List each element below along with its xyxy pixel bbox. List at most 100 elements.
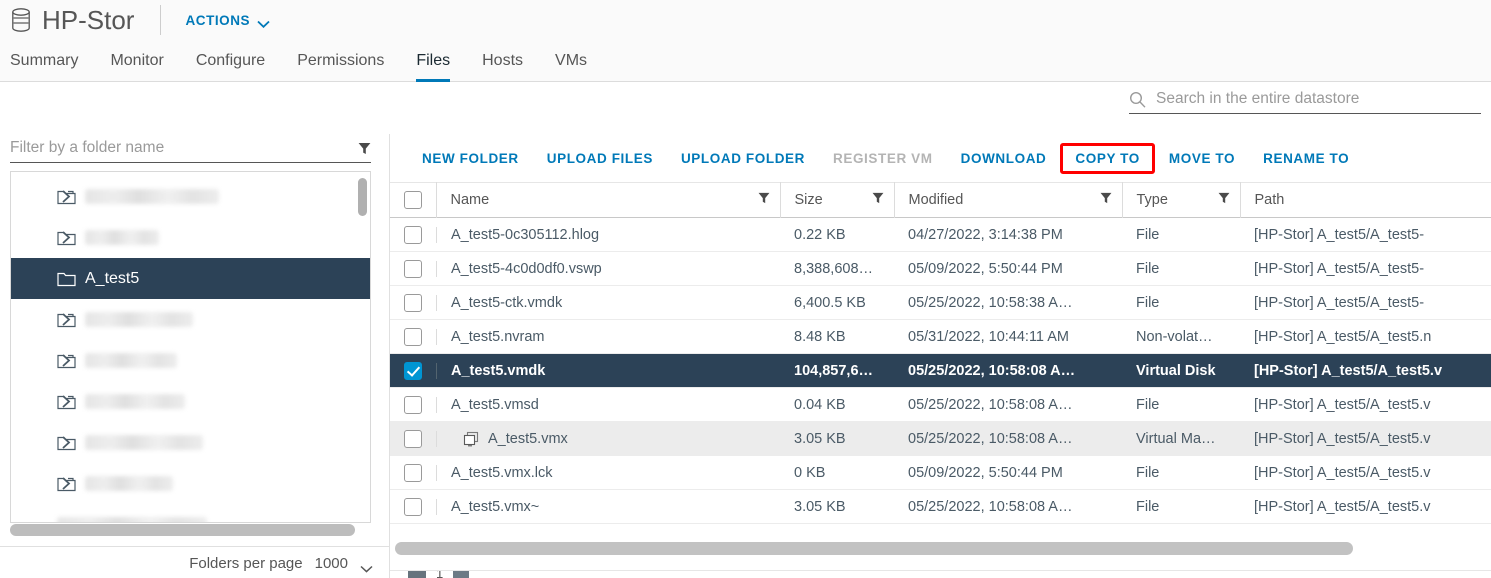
- new-folder-button[interactable]: NEW FOLDER: [408, 144, 533, 173]
- filter-funnel-icon[interactable]: [758, 192, 770, 208]
- tab-summary[interactable]: Summary: [10, 40, 94, 81]
- move-to-button[interactable]: MOVE TO: [1155, 144, 1249, 173]
- row-checkbox[interactable]: [404, 497, 422, 516]
- tab-files[interactable]: Files: [400, 40, 466, 82]
- actions-label: ACTIONS: [185, 12, 251, 28]
- row-checkbox[interactable]: [404, 361, 422, 380]
- folder-tree-item[interactable]: [11, 176, 370, 217]
- row-size-cell: 8,388,608…: [780, 252, 894, 286]
- row-select-cell[interactable]: [390, 252, 436, 286]
- row-checkbox[interactable]: [404, 395, 422, 414]
- table-row[interactable]: A_test5.vmx.lck 0 KB 05/09/2022, 5:50:44…: [390, 456, 1491, 490]
- row-select-cell[interactable]: [390, 354, 436, 388]
- chevron-right-icon[interactable]: [61, 230, 72, 245]
- upload-folder-button[interactable]: UPLOAD FOLDER: [667, 144, 819, 173]
- column-header-name[interactable]: Name: [435, 182, 780, 218]
- folder-tree-item[interactable]: [11, 340, 370, 381]
- search-input[interactable]: Search in the entire datastore: [1129, 90, 1481, 114]
- files-body: Filter by a folder name A_test5 Folders …: [0, 134, 1491, 578]
- folder-tree-item-a-test5[interactable]: A_test5: [11, 258, 370, 299]
- row-select-cell[interactable]: [390, 286, 436, 320]
- table-row[interactable]: A_test5-0c305112.hlog 0.22 KB 04/27/2022…: [390, 218, 1491, 252]
- table-row[interactable]: A_test5-ctk.vmdk 6,400.5 KB 05/25/2022, …: [390, 286, 1491, 320]
- folder-tree-item-label: A_test5: [85, 269, 140, 287]
- folder-tree-item[interactable]: [11, 299, 370, 340]
- filter-funnel-icon[interactable]: [358, 142, 371, 155]
- file-size: 8.48 KB: [794, 328, 846, 345]
- folder-tree[interactable]: A_test5: [10, 171, 371, 523]
- row-checkbox[interactable]: [404, 429, 422, 448]
- tab-permissions[interactable]: Permissions: [281, 40, 400, 81]
- column-header-modified[interactable]: Modified: [893, 182, 1122, 218]
- row-size-cell: 0 KB: [780, 456, 894, 490]
- tab-label: Files: [416, 51, 451, 69]
- row-type-cell: File: [1122, 388, 1240, 422]
- row-path-cell: [HP-Stor] A_test5/A_test5.v: [1240, 456, 1491, 490]
- filter-funnel-icon[interactable]: [1100, 192, 1112, 208]
- select-all-checkbox[interactable]: [404, 191, 422, 209]
- table-row[interactable]: A_test5.vmx~ 3.05 KB 05/25/2022, 10:58:0…: [390, 490, 1491, 524]
- row-select-cell[interactable]: [390, 422, 436, 456]
- chevron-right-icon[interactable]: [61, 435, 72, 450]
- column-header-type[interactable]: Type: [1121, 182, 1240, 218]
- download-button[interactable]: DOWNLOAD: [947, 144, 1061, 173]
- folder-tree-horizontal-scrollbar[interactable]: [10, 524, 371, 536]
- scrollbar-thumb[interactable]: [395, 542, 1353, 555]
- chevron-right-icon[interactable]: [61, 312, 72, 327]
- column-header-path[interactable]: Path: [1239, 182, 1491, 218]
- row-checkbox[interactable]: [404, 293, 422, 312]
- filter-funnel-icon[interactable]: [1218, 192, 1230, 208]
- table-row[interactable]: A_test5.nvram 8.48 KB 05/31/2022, 10:44:…: [390, 320, 1491, 354]
- column-label: Name: [450, 192, 490, 208]
- folder-tree-item[interactable]: [11, 217, 370, 258]
- folders-per-page-control[interactable]: Folders per page 1000: [0, 546, 389, 578]
- folder-tree-item[interactable]: [11, 381, 370, 422]
- folder-tree-vertical-scrollbar[interactable]: [358, 178, 367, 518]
- tab-monitor[interactable]: Monitor: [94, 40, 179, 81]
- tab-hosts[interactable]: Hosts: [466, 40, 539, 81]
- copy-to-button[interactable]: COPY TO: [1060, 142, 1155, 174]
- row-select-cell[interactable]: [390, 388, 436, 422]
- tab-configure[interactable]: Configure: [180, 40, 281, 81]
- folder-tree-item[interactable]: [11, 463, 370, 504]
- folder-tree-item[interactable]: [11, 422, 370, 463]
- table-row[interactable]: A_test5.vmsd 0.04 KB 05/25/2022, 10:58:0…: [390, 388, 1491, 422]
- files-table-horizontal-scrollbar[interactable]: [395, 542, 1486, 555]
- chevron-right-icon[interactable]: [61, 476, 72, 491]
- chevron-right-icon[interactable]: [61, 353, 72, 368]
- chevron-right-icon[interactable]: [61, 189, 72, 204]
- file-type: File: [1136, 226, 1160, 243]
- header-divider: [160, 5, 162, 35]
- row-select-cell[interactable]: [390, 320, 436, 354]
- row-select-cell[interactable]: [390, 490, 436, 524]
- chevron-down-icon[interactable]: [360, 560, 373, 573]
- row-checkbox[interactable]: [404, 327, 422, 346]
- scrollbar-thumb[interactable]: [10, 524, 355, 536]
- folder-tree-item[interactable]: [11, 504, 370, 522]
- table-row-selected[interactable]: A_test5.vmdk 104,857,6… 05/25/2022, 10:5…: [390, 353, 1491, 388]
- columns-icon[interactable]: [453, 571, 470, 578]
- tab-vms[interactable]: VMs: [539, 40, 603, 81]
- upload-files-button[interactable]: UPLOAD FILES: [533, 144, 667, 173]
- row-checkbox[interactable]: [404, 259, 422, 278]
- row-type-cell: File: [1122, 286, 1240, 320]
- column-header-size[interactable]: Size: [779, 182, 894, 218]
- row-select-cell[interactable]: [390, 218, 436, 252]
- table-row[interactable]: A_test5.vmx 3.05 KB 05/25/2022, 10:58:08…: [390, 421, 1491, 456]
- scrollbar-thumb[interactable]: [358, 178, 367, 216]
- select-all-header[interactable]: [390, 183, 436, 218]
- table-row[interactable]: A_test5-4c0d0df0.vswp 8,388,608… 05/09/2…: [390, 252, 1491, 286]
- chevron-right-icon[interactable]: [61, 394, 72, 409]
- folder-filter-input[interactable]: Filter by a folder name: [10, 139, 371, 163]
- file-size: 0 KB: [794, 464, 826, 481]
- row-name-cell: A_test5.vmx.lck: [436, 456, 780, 490]
- actions-menu-button[interactable]: ACTIONS: [185, 12, 270, 29]
- row-checkbox[interactable]: [404, 225, 422, 244]
- row-select-cell[interactable]: [390, 456, 436, 490]
- files-table: Name Size Modified Type Path A_test5-0c3…: [390, 182, 1491, 524]
- footer-checkbox[interactable]: [408, 571, 426, 578]
- filter-funnel-icon[interactable]: [872, 192, 884, 208]
- tab-label: VMs: [555, 51, 588, 69]
- row-checkbox[interactable]: [404, 463, 422, 482]
- rename-to-button[interactable]: RENAME TO: [1249, 144, 1363, 173]
